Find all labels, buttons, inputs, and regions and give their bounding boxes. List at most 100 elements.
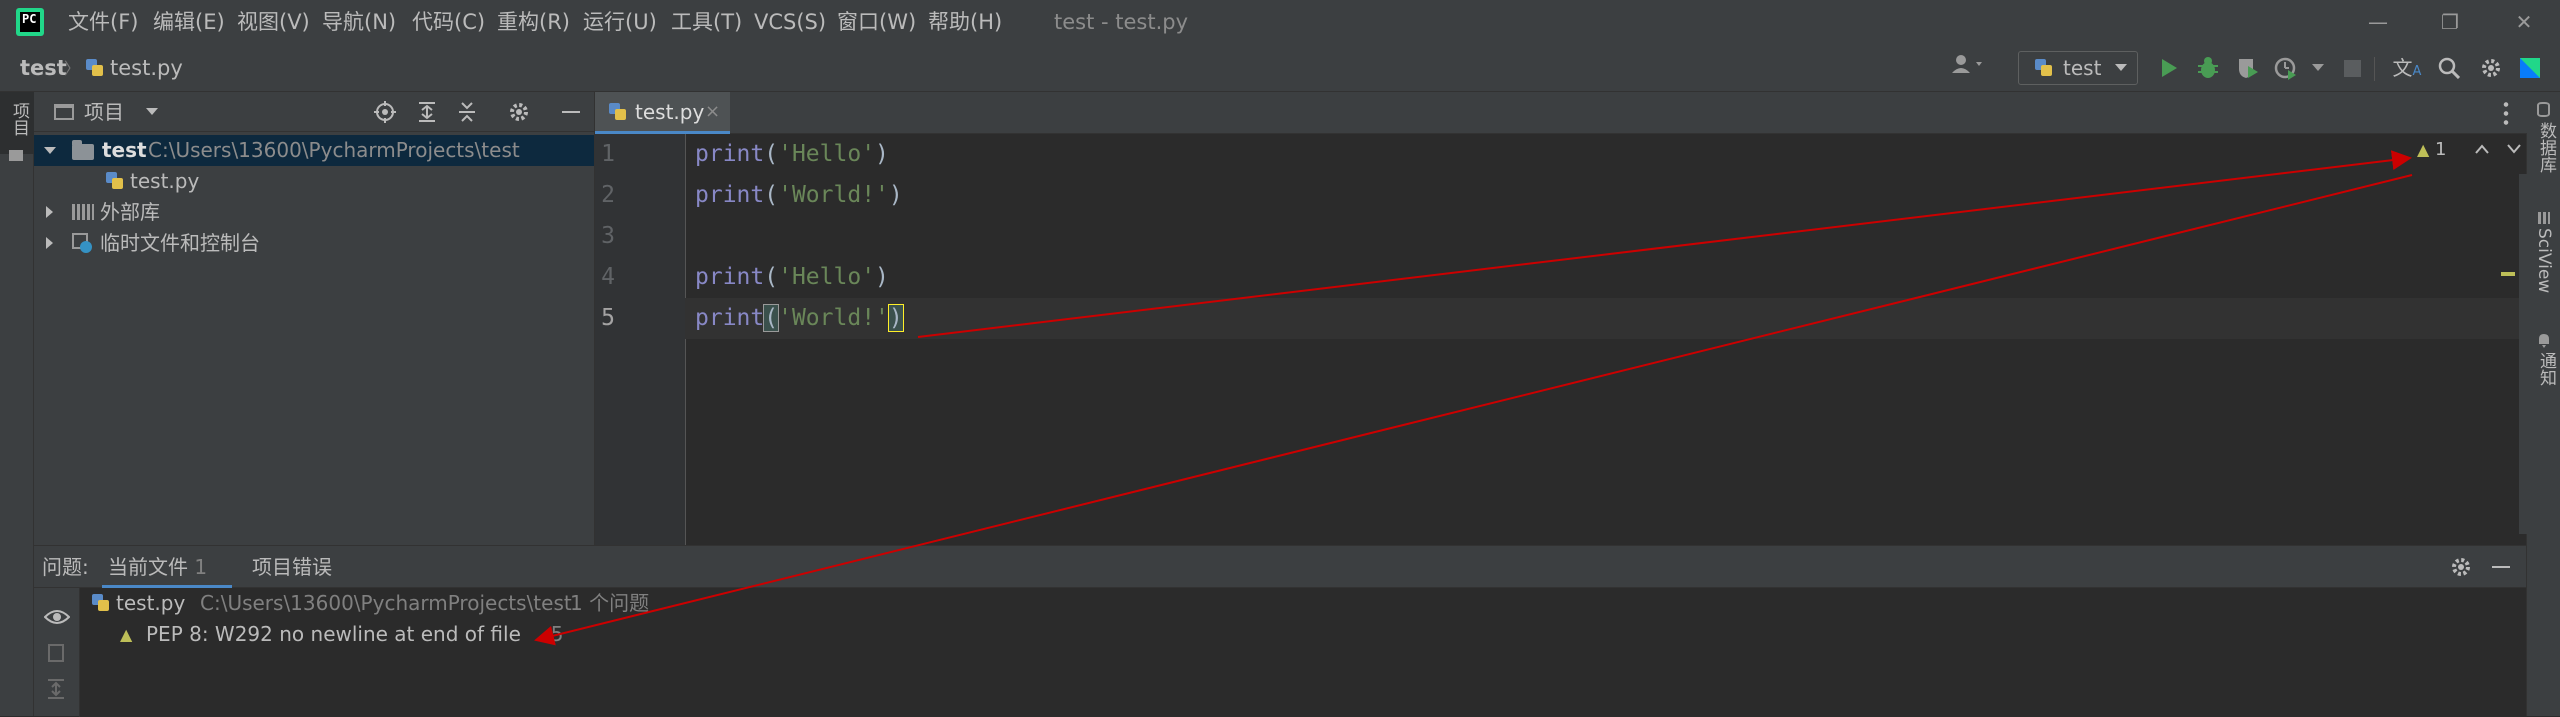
minimize-button[interactable]: — — [2348, 0, 2408, 45]
line-number: 4 — [601, 264, 615, 290]
tab-current-file[interactable]: 当前文件 1 — [102, 546, 232, 588]
menu-navigate[interactable]: 导航(N) — [322, 0, 396, 45]
panel-settings-gear-icon[interactable] — [508, 101, 530, 123]
hide-panel-icon[interactable] — [562, 111, 580, 113]
root-folder-name: test — [102, 138, 147, 162]
preview-source-icon[interactable] — [48, 644, 64, 662]
close-window-button[interactable]: ✕ — [2494, 0, 2554, 45]
collapsed-chevron-icon[interactable] — [46, 206, 54, 218]
expand-all-icon[interactable] — [416, 101, 438, 123]
tree-row-scratches[interactable]: 临时文件和控制台 — [34, 228, 594, 259]
warning-icon: ▲ — [120, 625, 133, 644]
warning-stripe-marker[interactable] — [2501, 272, 2515, 276]
menu-vcs[interactable]: VCS(S) — [754, 0, 826, 45]
window-title: test - test.py — [1054, 10, 1189, 34]
problems-label: 问题: — [42, 555, 89, 579]
python-file-icon — [607, 102, 627, 122]
menu-help[interactable]: 帮助(H) — [928, 0, 1002, 45]
tree-row-external-libs[interactable]: 外部库 — [34, 197, 594, 228]
tab-close-icon[interactable]: × — [705, 92, 720, 132]
collapse-all-icon[interactable] — [456, 101, 478, 123]
gutter-divider — [685, 134, 686, 545]
problems-tree: test.py C:\Users\13600\PycharmProjects\t… — [80, 588, 2526, 717]
tree-row-root[interactable]: test C:\Users\13600\PycharmProjects\test — [34, 135, 594, 166]
database-tool-button[interactable]: 数据库 — [2527, 102, 2560, 182]
view-mode-chevron-icon[interactable] — [146, 108, 158, 116]
problems-settings-gear-icon[interactable] — [2450, 556, 2472, 578]
expand-all-problems-icon[interactable] — [46, 678, 66, 700]
menu-window[interactable]: 窗口(W) — [837, 0, 916, 45]
run-icon[interactable] — [2158, 57, 2180, 79]
menu-file[interactable]: 文件(F) — [68, 0, 138, 45]
line-number: 3 — [601, 223, 615, 249]
problems-panel-header: 问题: 当前文件 1 项目错误 — [34, 546, 2526, 588]
profile-icon[interactable] — [2274, 56, 2298, 80]
folder-icon — [72, 140, 94, 160]
editor-scrollbar[interactable] — [2493, 134, 2527, 545]
inspection-widget[interactable]: ▲ 1 — [2417, 138, 2447, 162]
root-folder-path: C:\Users\13600\PycharmProjects\test — [148, 138, 520, 162]
tab-project-errors[interactable]: 项目错误 — [252, 546, 332, 588]
sciview-tool-button[interactable]: SciView — [2527, 212, 2560, 302]
database-icon — [2537, 102, 2550, 117]
project-view-icon — [54, 104, 74, 120]
library-icon — [72, 204, 94, 220]
code-line[interactable]: print('World!') — [695, 175, 903, 216]
breadcrumb-file[interactable]: test.py — [110, 45, 183, 92]
folder-icon — [9, 150, 23, 161]
settings-gear-icon[interactable] — [2480, 57, 2502, 79]
search-icon[interactable] — [2438, 57, 2460, 79]
scrollbar-track[interactable] — [2519, 174, 2527, 534]
project-tool-button[interactable]: 项目 — [0, 92, 34, 161]
problem-item-row[interactable]: ▲ PEP 8: W292 no newline at end of file … — [120, 619, 720, 650]
translate-icon[interactable]: 文A — [2392, 45, 2422, 92]
line-number-gutter: 1 2 3 4 5 — [595, 134, 685, 545]
hide-problems-panel-icon[interactable] — [2492, 566, 2510, 568]
editor-tab-bar: test.py × — [595, 92, 2527, 134]
menu-edit[interactable]: 编辑(E) — [153, 0, 225, 45]
locate-file-icon[interactable] — [374, 101, 396, 123]
warning-icon: ▲ — [2417, 140, 2430, 159]
python-file-icon — [90, 593, 110, 613]
tree-row-file[interactable]: test.py — [34, 166, 594, 197]
editor-tab-test-py[interactable]: test.py × — [595, 92, 730, 134]
menu-tools[interactable]: 工具(T) — [671, 0, 742, 45]
menu-code[interactable]: 代码(C) — [412, 0, 485, 45]
menu-run[interactable]: 运行(U) — [583, 0, 657, 45]
run-configuration-selector[interactable]: test — [2018, 51, 2138, 85]
line-number-current: 5 — [601, 305, 615, 331]
code-line-current[interactable]: print('World!') — [695, 298, 904, 339]
clock-badge-icon — [80, 241, 92, 253]
more-tabs-icon[interactable] — [2503, 100, 2509, 126]
problem-file-row[interactable]: test.py C:\Users\13600\PycharmProjects\t… — [90, 588, 990, 619]
expanded-chevron-icon[interactable] — [44, 147, 56, 155]
chevron-down-icon — [2115, 64, 2127, 71]
restore-button[interactable]: ❐ — [2420, 0, 2480, 45]
eye-icon[interactable] — [44, 608, 70, 626]
coverage-icon[interactable] — [2236, 56, 2260, 80]
stop-icon[interactable] — [2344, 60, 2361, 77]
python-file-icon — [104, 171, 124, 191]
notifications-tool-button[interactable]: 通知 — [2527, 332, 2560, 402]
project-panel-title[interactable]: 项目 — [84, 92, 124, 132]
jetbrains-toolbox-icon[interactable] — [2518, 56, 2542, 80]
breadcrumb-project[interactable]: test — [20, 45, 67, 92]
warning-count: 1 — [2435, 139, 2447, 160]
bell-icon — [2539, 334, 2549, 348]
previous-highlight-chevron-up-icon[interactable] — [2475, 144, 2489, 154]
menu-refactor[interactable]: 重构(R) — [497, 0, 570, 45]
problems-side-toolbar — [34, 588, 80, 717]
left-tool-stripe: 项目 — [0, 92, 34, 716]
code-line[interactable]: print('Hello') — [695, 257, 889, 298]
editor-area: test.py × 1 2 3 4 5 print('Hello') print… — [594, 92, 2527, 545]
code-line[interactable]: print('Hello') — [695, 134, 889, 175]
title-bar: PC 文件(F) 编辑(E) 视图(V) 导航(N) 代码(C) 重构(R) 运… — [0, 0, 2560, 45]
python-config-icon — [2033, 58, 2053, 78]
collapsed-chevron-icon[interactable] — [46, 237, 54, 249]
user-account-icon[interactable] — [1948, 45, 1988, 92]
debug-icon[interactable] — [2196, 56, 2220, 80]
current-line-highlight — [685, 298, 2527, 339]
more-run-options-chevron-icon[interactable] — [2312, 64, 2324, 72]
menu-view[interactable]: 视图(V) — [237, 0, 310, 45]
python-file-icon — [84, 58, 104, 78]
